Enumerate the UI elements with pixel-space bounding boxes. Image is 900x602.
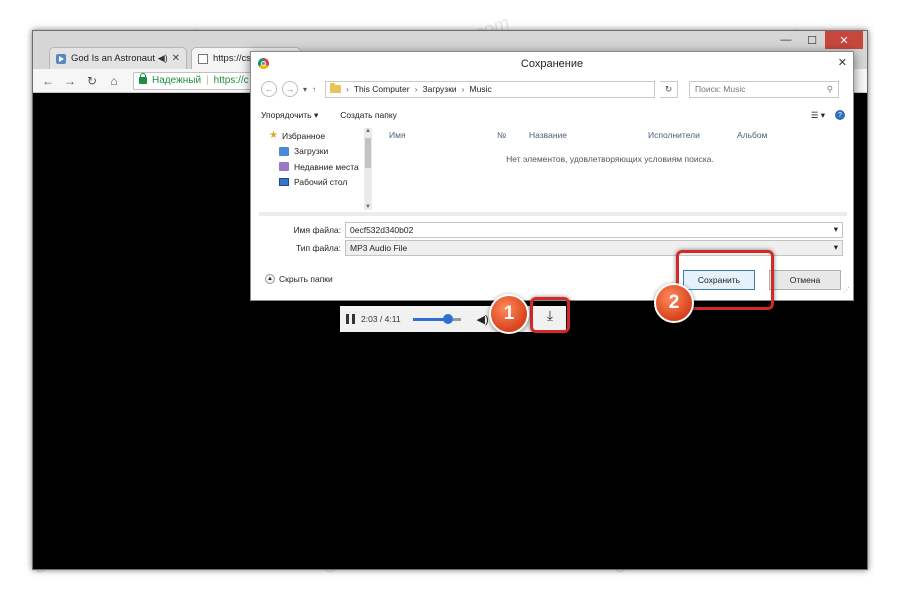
filename-field[interactable]: 0ecf532d340b02 ▾ (345, 221, 843, 238)
pause-icon[interactable] (346, 314, 355, 324)
scroll-up-icon[interactable]: ▲ (365, 128, 371, 134)
reload-icon[interactable]: ↻ (85, 74, 99, 88)
view-options-icon[interactable]: ☰ ▾ (811, 110, 825, 121)
star-icon: ★ (269, 130, 278, 142)
lock-icon (139, 73, 147, 84)
tree-item-desktop[interactable]: Рабочий стол (261, 175, 373, 191)
chevron-down-icon[interactable]: ▾ (834, 242, 838, 253)
maximize-button[interactable]: ☐ (799, 31, 825, 49)
volume-icon[interactable]: ◀) (477, 313, 489, 326)
download-icon: ⤓ (546, 306, 554, 323)
tree-item-downloads[interactable]: Загрузки (261, 144, 373, 160)
divider (259, 212, 847, 216)
chevron-down-icon[interactable]: ▾ (303, 85, 307, 94)
nav-tree: ★ Избранное Загрузки Недавние места Рабо… (261, 128, 373, 210)
desktop-icon (279, 178, 289, 187)
window-controls: — ☐ ✕ (773, 31, 863, 49)
url-input[interactable]: Надежный | https://c (133, 71, 253, 90)
separator: › (461, 84, 465, 94)
hide-folders-label: Скрыть папки (279, 274, 333, 284)
tab-label: God Is an Astronaut (71, 53, 155, 64)
organize-button[interactable]: Упорядочить ▾ (261, 110, 318, 121)
filename-label: Имя файла: (293, 224, 341, 235)
download-button[interactable]: ⤓ (530, 297, 570, 333)
player-time: 2:03 / 4:11 (361, 314, 401, 324)
folder-icon (330, 83, 342, 93)
search-icon: ⚲ (826, 83, 834, 94)
chrome-icon (258, 58, 269, 69)
filename-row: Имя файла: 0ecf532d340b02 ▾ (251, 221, 853, 238)
column-title[interactable]: Название (529, 130, 567, 140)
separator: › (414, 84, 418, 94)
forward-icon[interactable]: → (282, 81, 298, 97)
back-icon[interactable]: ← (41, 74, 55, 88)
breadcrumb-music[interactable]: Music (470, 84, 492, 94)
tree-label: Загрузки (294, 146, 329, 157)
separator: › (346, 84, 349, 94)
filename-value: 0ecf532d340b02 (350, 224, 414, 235)
file-list-header: Имя № Название Исполнители Альбом (375, 128, 845, 142)
step-badge-1: 1 (489, 294, 529, 334)
help-icon[interactable]: ? (835, 110, 845, 120)
scroll-down-icon[interactable]: ▼ (365, 204, 371, 210)
toolbar-right: ☰ ▾ ? (811, 110, 845, 121)
resize-grip-icon[interactable]: ⋰ (843, 286, 850, 294)
tree-item-recent[interactable]: Недавние места (261, 159, 373, 175)
back-icon[interactable]: ← (261, 81, 277, 97)
tree-label: Избранное (281, 130, 326, 141)
home-icon[interactable]: ⌂ (107, 74, 121, 88)
filetype-label: Тип файла: (295, 242, 341, 253)
url-text: https://c (213, 75, 249, 86)
youtube-icon (56, 53, 66, 64)
tree-label: Недавние места (294, 161, 359, 172)
up-icon[interactable]: ↑ (312, 85, 316, 94)
new-folder-button[interactable]: Создать папку (340, 110, 397, 120)
dialog-titlebar: Сохранение ✕ (251, 52, 853, 76)
refresh-icon[interactable]: ↻ (660, 80, 679, 98)
speaker-icon[interactable]: ◀) (158, 53, 168, 64)
search-placeholder: Поиск: Music (695, 84, 746, 94)
tree-label: Рабочий стол (294, 177, 348, 188)
step-badge-2: 2 (654, 283, 694, 323)
tree-item-favorites[interactable]: ★ Избранное (261, 128, 373, 144)
breadcrumb[interactable]: › This Computer › Загрузки › Music (325, 80, 656, 98)
search-input[interactable]: Поиск: Music ⚲ (689, 80, 840, 98)
column-name[interactable]: Имя (389, 130, 406, 140)
minimize-button[interactable]: — (773, 31, 799, 49)
column-number[interactable]: № (497, 130, 506, 140)
dialog-nav: ← → ▾ ↑ › This Computer › Загрузки › Mus… (251, 78, 853, 100)
dialog-toolbar: Упорядочить ▾ Создать папку ☰ ▾ ? (261, 106, 845, 124)
chevron-up-icon: ▲ (265, 274, 275, 284)
close-button[interactable]: ✕ (825, 31, 863, 49)
divider: | (206, 75, 209, 86)
close-tab-icon[interactable]: ✕ (172, 53, 180, 64)
secure-label: Надежный (152, 75, 202, 86)
progress-slider[interactable] (412, 313, 453, 324)
column-artists[interactable]: Исполнители (648, 130, 700, 140)
filetype-value: MP3 Audio File (350, 242, 408, 253)
chevron-down-icon[interactable]: ▾ (834, 224, 838, 235)
close-icon[interactable]: ✕ (838, 56, 847, 69)
breadcrumb-downloads[interactable]: Загрузки (422, 84, 456, 94)
forward-icon[interactable]: → (63, 74, 77, 88)
hide-folders-button[interactable]: ▲ Скрыть папки (265, 274, 333, 284)
tree-scrollbar[interactable]: ▲ ▼ (364, 128, 372, 210)
scrollbar-thumb[interactable] (365, 138, 371, 168)
slider-knob[interactable] (442, 313, 453, 324)
dialog-title: Сохранение (520, 58, 584, 70)
downloads-folder-icon (279, 146, 289, 156)
cancel-button[interactable]: Отмена (769, 270, 841, 290)
recent-places-icon (279, 162, 289, 172)
column-album[interactable]: Альбом (737, 130, 768, 140)
tab-youtube[interactable]: God Is an Astronaut ◀) ✕ (49, 47, 187, 69)
document-icon (198, 53, 208, 64)
breadcrumb-root[interactable]: This Computer (354, 84, 410, 94)
empty-message: Нет элементов, удовлетворяющих условиям … (506, 154, 714, 164)
